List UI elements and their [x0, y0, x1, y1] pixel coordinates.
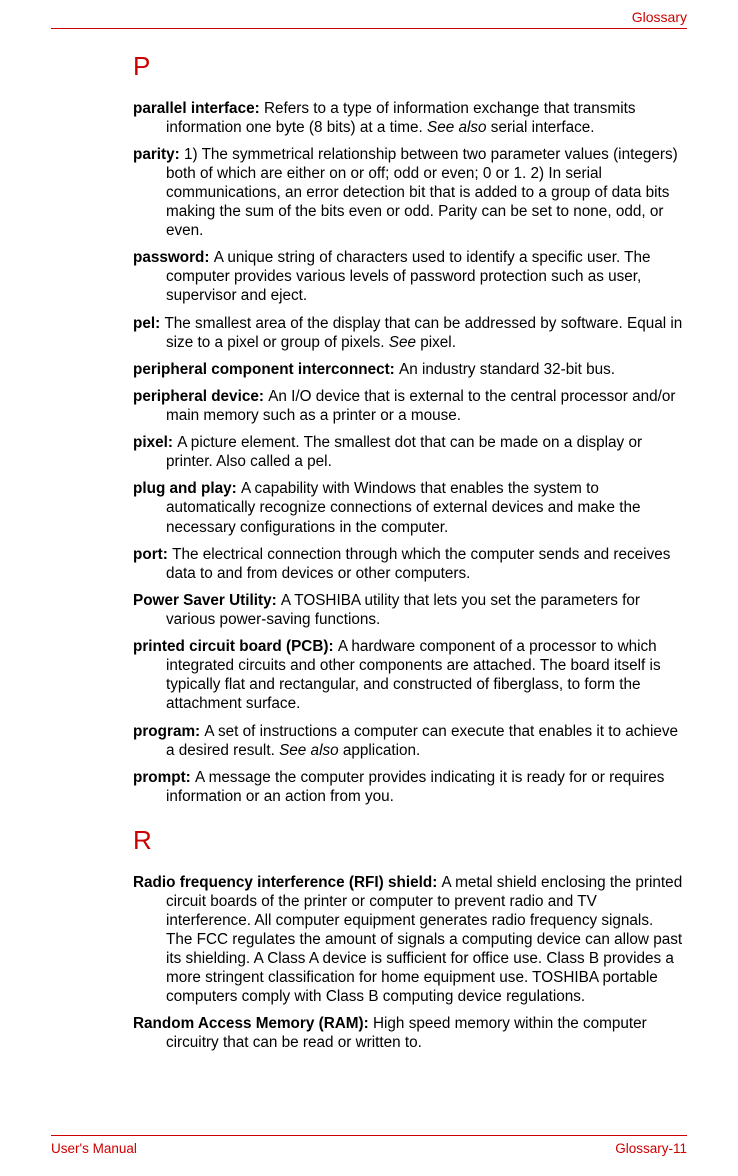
term: pixel:: [133, 434, 177, 451]
term: Power Saver Utility:: [133, 592, 281, 609]
term: peripheral device:: [133, 388, 268, 405]
footer-manual-label: User's Manual: [51, 1141, 137, 1158]
term: printed circuit board (PCB):: [133, 638, 338, 655]
definition-tail: pixel.: [416, 334, 456, 351]
term: prompt:: [133, 769, 195, 786]
term: Random Access Memory (RAM):: [133, 1015, 373, 1032]
entry-pci: peripheral component interconnect: An in…: [133, 360, 683, 379]
definition-tail: application.: [339, 742, 421, 759]
entry-pel: pel: The smallest area of the display th…: [133, 314, 683, 352]
definition: An industry standard 32-bit bus.: [399, 361, 615, 378]
term: plug and play:: [133, 480, 241, 497]
term: password:: [133, 249, 214, 266]
entry-program: program: A set of instructions a compute…: [133, 722, 683, 760]
entry-prompt: prompt: A message the computer provides …: [133, 768, 683, 806]
term: program:: [133, 723, 204, 740]
top-rule: [51, 28, 687, 29]
entry-parity: parity: 1) The symmetrical relationship …: [133, 145, 683, 241]
definition: A message the computer provides indicati…: [166, 769, 664, 805]
definition: The electrical connection through which …: [166, 546, 670, 582]
glossary-content: P parallel interface: Refers to a type o…: [133, 46, 683, 1060]
footer-page-number: Glossary-11: [615, 1141, 687, 1158]
term: parallel interface:: [133, 100, 264, 117]
section-letter-p: P: [133, 50, 683, 83]
term: pel:: [133, 315, 164, 332]
entry-parallel-interface: parallel interface: Refers to a type of …: [133, 99, 683, 137]
definition: 1) The symmetrical relationship between …: [166, 146, 678, 239]
entry-port: port: The electrical connection through …: [133, 545, 683, 583]
entry-pixel: pixel: A picture element. The smallest d…: [133, 433, 683, 471]
entry-password: password: A unique string of characters …: [133, 248, 683, 305]
entry-pcb: printed circuit board (PCB): A hardware …: [133, 637, 683, 713]
term: parity:: [133, 146, 184, 163]
entry-rfi: Radio frequency interference (RFI) shiel…: [133, 873, 683, 1007]
section-letter-r: R: [133, 824, 683, 857]
see: See: [389, 334, 416, 351]
definition: A picture element. The smallest dot that…: [166, 434, 642, 470]
definition: A metal shield enclosing the printed cir…: [166, 874, 682, 1006]
term: Radio frequency interference (RFI) shiel…: [133, 874, 442, 891]
term: peripheral component interconnect:: [133, 361, 399, 378]
entry-peripheral-device: peripheral device: An I/O device that is…: [133, 387, 683, 425]
entry-plug-and-play: plug and play: A capability with Windows…: [133, 479, 683, 536]
definition-tail: serial interface.: [487, 119, 595, 136]
definition: A unique string of characters used to id…: [166, 249, 651, 304]
entry-ram: Random Access Memory (RAM): High speed m…: [133, 1014, 683, 1052]
bottom-rule: [51, 1135, 687, 1136]
page-header-section: Glossary: [632, 9, 687, 27]
see-also: See also: [279, 742, 339, 759]
definition: A set of instructions a computer can exe…: [166, 723, 678, 759]
entry-power-saver: Power Saver Utility: A TOSHIBA utility t…: [133, 591, 683, 629]
term: port:: [133, 546, 172, 563]
see-also: See also: [427, 119, 487, 136]
